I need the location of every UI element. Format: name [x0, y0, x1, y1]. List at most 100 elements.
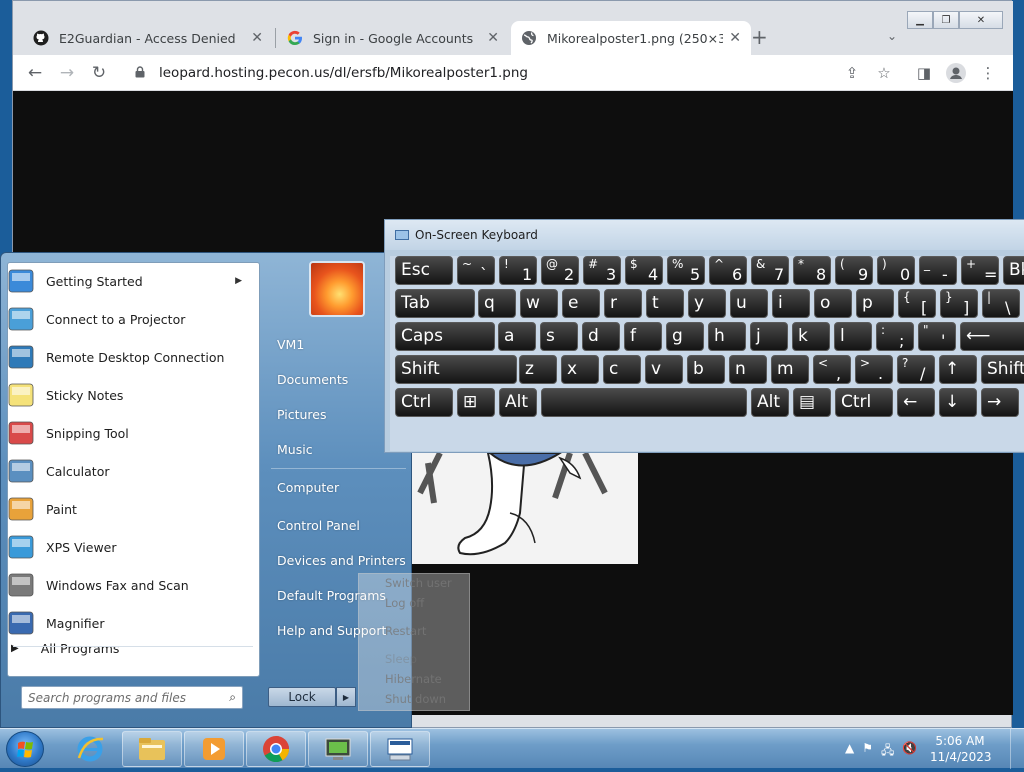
address-bar[interactable]: leopard.hosting.pecon.us/dl/ersfb/Mikore… — [123, 58, 903, 88]
osk-key[interactable]: t — [646, 289, 684, 318]
chrome-icon[interactable] — [246, 731, 306, 767]
osk-key[interactable]: Tab — [395, 289, 475, 318]
back-arrow-icon[interactable]: ← — [23, 61, 47, 85]
menu-dots-icon[interactable]: ⋮ — [976, 61, 1000, 85]
osk-key[interactable]: " ' — [918, 322, 956, 351]
osk-key[interactable]: n — [729, 355, 767, 384]
osk-key[interactable]: j — [750, 322, 788, 351]
osk-key[interactable]: <, — [813, 355, 851, 384]
program-item[interactable]: XPS Viewer — [5, 529, 250, 565]
menu-hibernate[interactable]: Hibernate — [385, 672, 442, 686]
start-search-input[interactable]: Search programs and files ⌕ — [21, 686, 243, 709]
osk-key[interactable]: l — [834, 322, 872, 351]
osk-key[interactable]: + = — [961, 256, 999, 285]
menu-shut-down[interactable]: Shut down — [385, 692, 446, 706]
program-item[interactable]: Calculator — [5, 453, 250, 489]
osk-title-bar[interactable]: On-Screen Keyboard — [385, 220, 1024, 250]
osk-key[interactable]: k — [792, 322, 830, 351]
menu-restart[interactable]: Restart — [385, 624, 426, 638]
explorer-icon[interactable] — [122, 731, 182, 767]
osk-key[interactable]: x — [561, 355, 599, 384]
ie-icon[interactable] — [60, 731, 120, 767]
share-icon[interactable]: ⇪ — [840, 61, 864, 85]
link-control-panel[interactable]: Control Panel — [277, 518, 360, 533]
osk-key[interactable] — [541, 388, 747, 417]
program-item[interactable]: Getting Started ▶ — [5, 263, 250, 299]
osk-key[interactable]: Shift — [395, 355, 517, 384]
osk-key[interactable]: :; — [876, 322, 914, 351]
minimize-icon[interactable]: ▁ — [907, 11, 933, 29]
osk-key[interactable]: o — [814, 289, 852, 318]
program-item[interactable]: Snipping Tool — [5, 415, 250, 451]
close-icon[interactable]: ✕ — [487, 30, 499, 46]
osk-key[interactable]: % 5 — [667, 256, 705, 285]
tab-mikorealposter[interactable]: Mikorealposter1.png (250×321) ✕ — [511, 21, 751, 55]
osk-key[interactable]: z — [519, 355, 557, 384]
forward-arrow-icon[interactable]: → — [55, 61, 79, 85]
osk-key[interactable]: Bksp — [1003, 256, 1024, 285]
link-documents[interactable]: Documents — [277, 372, 348, 387]
osk-key[interactable]: | \ — [982, 289, 1020, 318]
tab-google-signin[interactable]: Sign in - Google Accounts ✕ — [277, 21, 509, 55]
osk-key[interactable]: ~ ` — [457, 256, 495, 285]
osk-key[interactable]: Alt — [499, 388, 537, 417]
osk-key[interactable]: ▤ — [793, 388, 831, 417]
menu-sleep[interactable]: Sleep — [385, 652, 417, 666]
close-icon[interactable]: ✕ — [251, 30, 263, 46]
program-item[interactable]: Paint — [5, 491, 250, 527]
new-tab-button[interactable]: + — [751, 25, 768, 49]
close-icon[interactable]: ✕ — [729, 30, 741, 46]
program-item[interactable]: Connect to a Projector — [5, 301, 250, 337]
osk-key[interactable]: s — [540, 322, 578, 351]
osk-key[interactable]: ⟵ — [960, 322, 1024, 351]
osk-key[interactable]: _ - — [919, 256, 957, 285]
osk-key[interactable]: #3 — [583, 256, 621, 285]
osk-key[interactable]: * 8 — [793, 256, 831, 285]
osk-key[interactable]: ↑ — [939, 355, 977, 384]
volume-muted-icon[interactable]: 🔇 — [902, 741, 917, 762]
program-item[interactable]: Remote Desktop Connection — [5, 339, 250, 375]
osk-key[interactable]: d — [582, 322, 620, 351]
osk-key[interactable]: ↓ — [939, 388, 977, 417]
tray-expand-icon[interactable]: ▲ — [845, 741, 854, 762]
osk-key[interactable]: v — [645, 355, 683, 384]
user-picture[interactable] — [309, 261, 365, 317]
side-panel-icon[interactable]: ◨ — [912, 61, 936, 85]
osk-key[interactable]: m — [771, 355, 809, 384]
osk-key[interactable]: f — [624, 322, 662, 351]
osk-key[interactable]: Shift — [981, 355, 1024, 384]
maximize-icon[interactable]: ❐ — [933, 11, 959, 29]
osk-key[interactable]: ! 1 — [499, 256, 537, 285]
osk-key[interactable]: ? / — [897, 355, 935, 384]
osk-key[interactable]: $4 — [625, 256, 663, 285]
osk-key[interactable]: a — [498, 322, 536, 351]
osk-keyboard-icon[interactable] — [370, 731, 430, 767]
osk-key[interactable]: h — [708, 322, 746, 351]
osk-key[interactable]: i — [772, 289, 810, 318]
osk-key[interactable]: ← — [897, 388, 935, 417]
profile-icon[interactable] — [944, 61, 968, 85]
network-icon[interactable]: 🖧 — [881, 741, 894, 762]
link-music[interactable]: Music — [277, 442, 313, 457]
osk-app-icon[interactable] — [308, 731, 368, 767]
close-window-icon[interactable]: ✕ — [959, 11, 1003, 29]
bookmark-star-icon[interactable]: ☆ — [872, 61, 896, 85]
osk-key[interactable]: ) 0 — [877, 256, 915, 285]
all-programs-button[interactable]: ▶ All Programs — [11, 641, 119, 656]
osk-key[interactable]: r — [604, 289, 642, 318]
osk-key[interactable]: → — [981, 388, 1019, 417]
menu-switch-user[interactable]: Switch user — [385, 576, 452, 590]
osk-key[interactable]: e — [562, 289, 600, 318]
media-player-icon[interactable] — [184, 731, 244, 767]
program-item[interactable]: Sticky Notes — [5, 377, 250, 413]
power-options-arrow[interactable]: ▶ — [336, 687, 356, 707]
link-vm1[interactable]: VM1 — [277, 337, 304, 352]
program-item[interactable]: Magnifier — [5, 605, 250, 641]
program-item[interactable]: Windows Fax and Scan — [5, 567, 250, 603]
link-computer[interactable]: Computer — [277, 480, 339, 495]
tab-search-button[interactable]: ⌄ — [887, 29, 897, 43]
osk-key[interactable]: & 7 — [751, 256, 789, 285]
menu-log-off[interactable]: Log off — [385, 596, 424, 610]
clock[interactable]: 5:06 AM 11/4/2023 — [930, 733, 992, 765]
osk-key[interactable]: w — [520, 289, 558, 318]
